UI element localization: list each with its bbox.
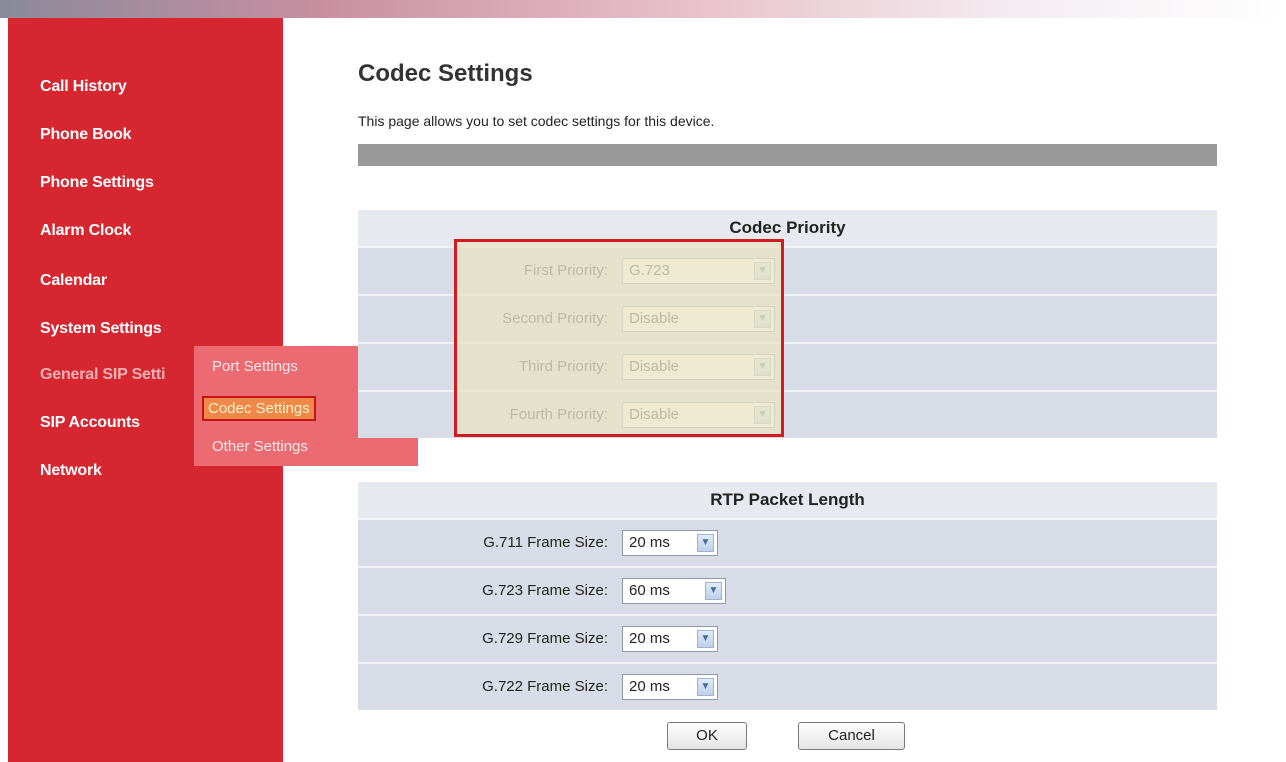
second-priority-value: Disable — [629, 310, 680, 327]
codec-priority-row: First Priority: G.723 ▼ — [358, 246, 1217, 294]
submenu-item-other-settings[interactable]: Other Settings — [212, 438, 308, 455]
first-priority-label: First Priority: — [523, 262, 608, 279]
chevron-down-icon: ▼ — [754, 262, 771, 280]
rtp-row: G.722 Frame Size: 20 ms ▼ — [358, 662, 1217, 710]
first-priority-value: G.723 — [629, 262, 670, 279]
sidebar-item-sip-accounts[interactable]: SIP Accounts — [40, 414, 140, 432]
g723-frame-size-value: 60 ms — [629, 582, 670, 599]
g711-frame-size-select[interactable]: 20 ms ▼ — [622, 530, 718, 556]
g711-frame-size-label: G.711 Frame Size: — [483, 534, 608, 551]
chevron-down-icon: ▼ — [754, 310, 771, 328]
divider-bar — [358, 144, 1217, 166]
ok-button[interactable]: OK — [667, 722, 747, 750]
g711-frame-size-value: 20 ms — [629, 534, 670, 551]
second-priority-label: Second Priority: — [502, 310, 608, 327]
rtp-row: G.729 Frame Size: 20 ms ▼ — [358, 614, 1217, 662]
g729-frame-size-label: G.729 Frame Size: — [482, 630, 608, 647]
chevron-down-icon: ▼ — [697, 534, 714, 552]
rtp-packet-length-section: RTP Packet Length G.711 Frame Size: 20 m… — [358, 482, 1217, 710]
chevron-down-icon: ▼ — [697, 630, 714, 648]
third-priority-select[interactable]: Disable ▼ — [622, 354, 775, 380]
g729-frame-size-select[interactable]: 20 ms ▼ — [622, 626, 718, 652]
sidebar-item-call-history[interactable]: Call History — [40, 78, 127, 96]
submenu-item-port-settings[interactable]: Port Settings — [212, 358, 298, 375]
cancel-button[interactable]: Cancel — [798, 722, 905, 750]
page-description: This page allows you to set codec settin… — [358, 113, 715, 129]
rtp-row: G.711 Frame Size: 20 ms ▼ — [358, 518, 1217, 566]
fourth-priority-select[interactable]: Disable ▼ — [622, 402, 775, 428]
codec-priority-row: Third Priority: Disable ▼ — [358, 342, 1217, 390]
codec-priority-heading: Codec Priority — [358, 210, 1217, 246]
codec-priority-row: Fourth Priority: Disable ▼ — [358, 390, 1217, 438]
codec-priority-row: Second Priority: Disable ▼ — [358, 294, 1217, 342]
g723-frame-size-select[interactable]: 60 ms ▼ — [622, 578, 726, 604]
g723-frame-size-label: G.723 Frame Size: — [482, 582, 608, 599]
page-title: Codec Settings — [358, 60, 533, 87]
third-priority-label: Third Priority: — [518, 358, 608, 375]
sidebar-item-phone-book[interactable]: Phone Book — [40, 126, 132, 144]
sidebar-item-network[interactable]: Network — [40, 462, 102, 480]
g729-frame-size-value: 20 ms — [629, 630, 670, 647]
second-priority-select[interactable]: Disable ▼ — [622, 306, 775, 332]
codec-priority-section: Codec Priority First Priority: G.723 ▼ S… — [358, 210, 1217, 438]
fourth-priority-value: Disable — [629, 406, 680, 423]
first-priority-select[interactable]: G.723 ▼ — [622, 258, 775, 284]
sidebar-item-alarm-clock[interactable]: Alarm Clock — [40, 222, 131, 240]
chevron-down-icon: ▼ — [705, 582, 722, 600]
g722-frame-size-select[interactable]: 20 ms ▼ — [622, 674, 718, 700]
main-content: Codec Settings This page allows you to s… — [358, 0, 1218, 762]
chevron-down-icon: ▼ — [697, 678, 714, 696]
g722-frame-size-label: G.722 Frame Size: — [482, 678, 608, 695]
sidebar-item-general-sip-settings[interactable]: General SIP Setti — [40, 366, 165, 384]
rtp-packet-length-heading: RTP Packet Length — [358, 482, 1217, 518]
rtp-row: G.723 Frame Size: 60 ms ▼ — [358, 566, 1217, 614]
sidebar-item-calendar[interactable]: Calendar — [40, 272, 107, 290]
chevron-down-icon: ▼ — [754, 406, 771, 424]
chevron-down-icon: ▼ — [754, 358, 771, 376]
sidebar-item-phone-settings[interactable]: Phone Settings — [40, 174, 154, 192]
sidebar-item-system-settings[interactable]: System Settings — [40, 320, 162, 338]
fourth-priority-label: Fourth Priority: — [509, 406, 608, 423]
g722-frame-size-value: 20 ms — [629, 678, 670, 695]
submenu-item-codec-settings[interactable]: Codec Settings — [202, 396, 316, 421]
third-priority-value: Disable — [629, 358, 680, 375]
